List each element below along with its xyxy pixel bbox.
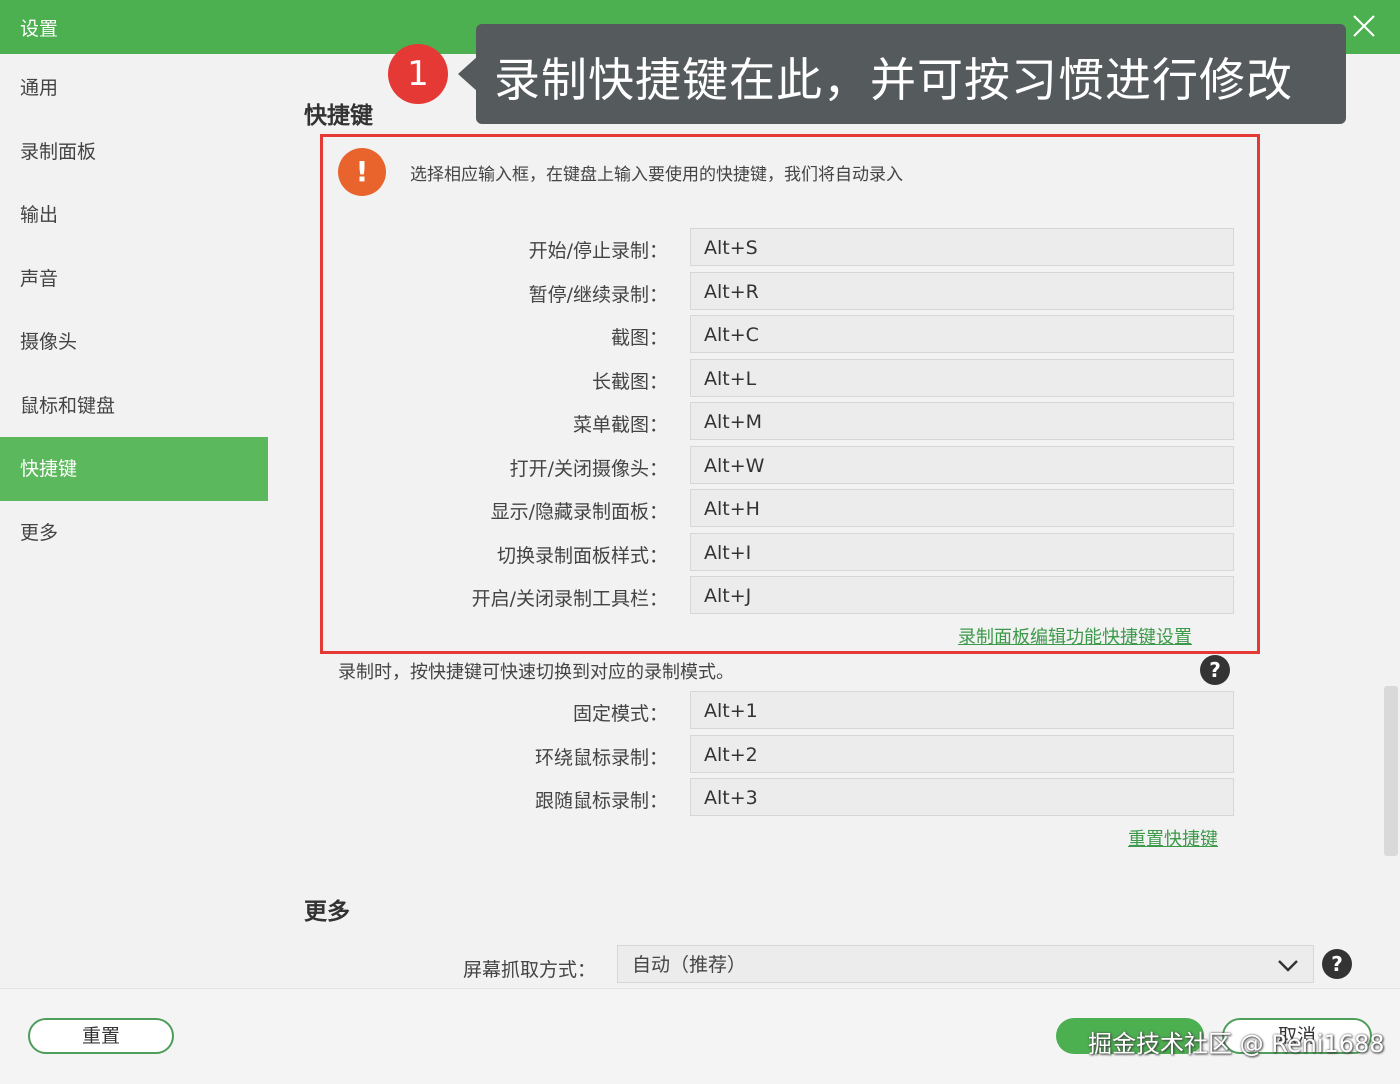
callout-pointer	[458, 56, 478, 92]
shortcut-field-toolbar-toggle[interactable]: Alt+J	[690, 576, 1234, 614]
shortcut-notice: 选择相应输入框，在键盘上输入要使用的快捷键，我们将自动录入	[410, 165, 903, 185]
shortcut-field-camera-toggle[interactable]: Alt+W	[690, 446, 1234, 484]
watermark: 掘金技术社区 @ Reni1688	[1088, 1030, 1385, 1058]
mode-field-follow-mouse[interactable]: Alt+3	[690, 778, 1234, 816]
annotation-callout: 录制快捷键在此，并可按习惯进行修改	[476, 24, 1346, 124]
sidebar-item-shortcuts[interactable]: 快捷键	[0, 437, 268, 501]
shortcut-label: 开启/关闭录制工具栏：	[471, 588, 668, 610]
mode-description: 录制时，按快捷键可快速切换到对应的录制模式。	[338, 662, 734, 683]
scrollbar-thumb[interactable]	[1384, 686, 1398, 856]
mode-label: 跟随鼠标录制：	[534, 790, 668, 812]
sidebar-item-camera[interactable]: 摄像头	[0, 310, 268, 374]
mode-field-fixed[interactable]: Alt+1	[690, 691, 1234, 729]
edit-shortcuts-link[interactable]: 录制面板编辑功能快捷键设置	[958, 623, 1192, 649]
mode-label: 固定模式：	[572, 703, 668, 725]
shortcut-label: 显示/隐藏录制面板：	[490, 501, 668, 523]
shortcut-field-start-stop[interactable]: Alt+S	[690, 228, 1234, 266]
chevron-down-icon	[1278, 960, 1298, 972]
shortcut-label: 切换录制面板样式：	[496, 545, 668, 567]
shortcuts-heading: 快捷键	[304, 103, 373, 129]
window-title: 设置	[20, 18, 59, 40]
shortcut-field-long-screenshot[interactable]: Alt+L	[690, 359, 1234, 397]
shortcut-label: 打开/关闭摄像头：	[509, 458, 668, 480]
question-icon[interactable]: ?	[1322, 949, 1352, 979]
sidebar-item-general[interactable]: 通用	[0, 56, 268, 120]
shortcut-field-panel-toggle[interactable]: Alt+H	[690, 489, 1234, 527]
annotation-text: 录制快捷键在此，并可按习惯进行修改	[494, 53, 1293, 107]
mode-label: 环绕鼠标录制：	[534, 747, 668, 769]
reset-shortcuts-link[interactable]: 重置快捷键	[1128, 825, 1218, 851]
sidebar-item-record-panel[interactable]: 录制面板	[0, 120, 268, 184]
sidebar-item-output[interactable]: 输出	[0, 183, 268, 247]
reset-button[interactable]: 重置	[28, 1018, 174, 1054]
shortcut-field-panel-style[interactable]: Alt+I	[690, 533, 1234, 571]
shortcut-label: 长截图：	[591, 371, 668, 393]
shortcut-label: 暂停/继续录制：	[528, 284, 668, 306]
shortcut-label: 菜单截图：	[572, 414, 668, 436]
close-icon[interactable]	[1350, 12, 1378, 40]
shortcut-field-menu-screenshot[interactable]: Alt+M	[690, 402, 1234, 440]
mode-field-around-mouse[interactable]: Alt+2	[690, 735, 1234, 773]
sidebar-item-more[interactable]: 更多	[0, 501, 268, 565]
sidebar-item-audio[interactable]: 声音	[0, 247, 268, 311]
sidebar-item-mouse-keyboard[interactable]: 鼠标和键盘	[0, 374, 268, 438]
more-heading: 更多	[304, 899, 350, 925]
sidebar: 通用 录制面板 输出 声音 摄像头 鼠标和键盘 快捷键 更多	[0, 54, 268, 984]
shortcut-field-pause-resume[interactable]: Alt+R	[690, 272, 1234, 310]
capture-select[interactable]: 自动（推荐）	[617, 945, 1314, 983]
shortcut-label: 开始/停止录制：	[528, 240, 668, 262]
exclamation-icon: !	[338, 148, 386, 196]
shortcut-label: 截图：	[610, 327, 668, 349]
shortcut-field-screenshot[interactable]: Alt+C	[690, 315, 1234, 353]
capture-label: 屏幕抓取方式：	[462, 959, 596, 981]
question-icon[interactable]: ?	[1200, 655, 1230, 685]
capture-select-value: 自动（推荐）	[632, 954, 747, 976]
step-badge: 1	[388, 44, 448, 104]
